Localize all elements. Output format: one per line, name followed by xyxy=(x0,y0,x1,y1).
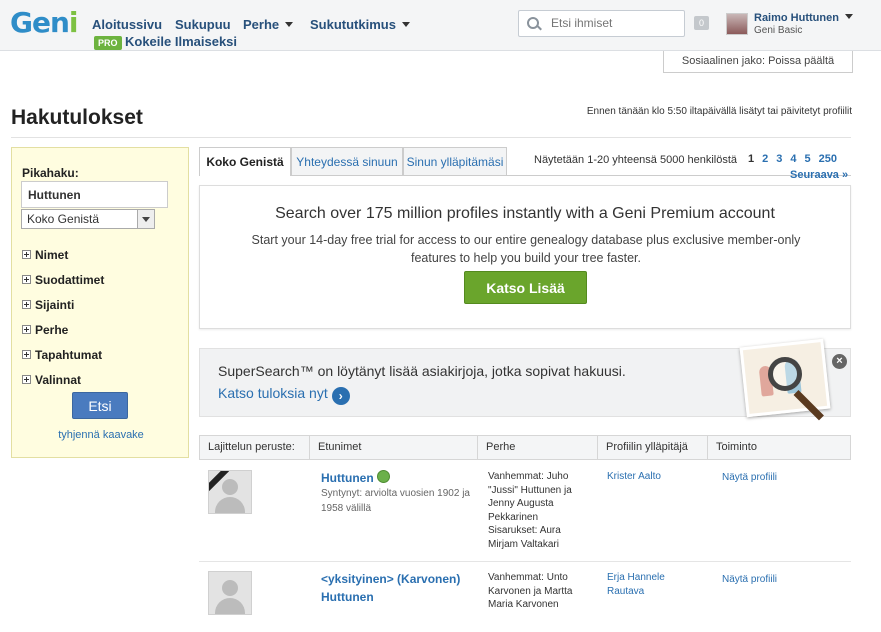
quick-search-input[interactable]: Huttunen xyxy=(21,181,168,208)
tab-yhteydessa-sinuun[interactable]: Yhteydessä sinuun xyxy=(291,147,403,175)
try-free-link[interactable]: Kokeile Ilmaiseksi xyxy=(125,34,237,49)
section-tapahtumat[interactable]: Tapahtumat xyxy=(22,348,102,362)
avatar-body xyxy=(215,497,245,513)
pagination: 1 2 3 4 5 250 xyxy=(748,153,837,165)
divider xyxy=(11,137,851,138)
column-actions: Toiminto xyxy=(716,441,757,453)
updated-note: Ennen tänään klo 5:50 iltapäivällä lisät… xyxy=(586,106,852,117)
nav-sukupuu[interactable]: Sukupuu xyxy=(175,17,231,32)
promo-description: Start your 14-day free trial for access … xyxy=(251,233,801,265)
magnifier-icon xyxy=(768,357,802,391)
section-label: Sijainti xyxy=(35,298,75,312)
supersearch-link-label: Katso tuloksia nyt xyxy=(218,385,328,401)
premium-promo: Search over 175 million profiles instant… xyxy=(199,185,851,329)
expand-plus-icon xyxy=(22,275,31,284)
chevron-down-icon xyxy=(844,14,853,19)
avatar-head xyxy=(222,479,238,495)
page-link[interactable]: 3 xyxy=(776,153,782,165)
clear-form-link[interactable]: tyhjennä kaavake xyxy=(12,429,190,441)
expand-plus-icon xyxy=(22,350,31,359)
nav-sukututkimus[interactable]: Sukututkimus xyxy=(310,17,410,32)
next-page-link[interactable]: Seuraava » xyxy=(790,169,848,181)
quick-search-label: Pikahaku: xyxy=(22,166,79,180)
scope-select-value: Koko Genistä xyxy=(27,212,100,226)
section-valinnat[interactable]: Valinnat xyxy=(22,373,81,387)
page-link[interactable]: 250 xyxy=(819,153,837,165)
supersearch-link[interactable]: Katso tuloksia nyt › xyxy=(218,385,350,405)
expand-plus-icon xyxy=(22,300,31,309)
quick-search-panel: Pikahaku: Huttunen Koko Genistä Nimet Su… xyxy=(11,147,189,458)
notification-count-badge[interactable]: 0 xyxy=(694,16,709,30)
chevron-down-icon xyxy=(401,22,410,27)
section-label: Suodattimet xyxy=(35,273,105,287)
user-plan: Geni Basic xyxy=(754,25,803,36)
page-link[interactable]: 2 xyxy=(762,153,768,165)
expand-plus-icon xyxy=(22,325,31,334)
chevron-down-icon xyxy=(137,210,154,228)
column-family[interactable]: Perhe xyxy=(478,436,598,459)
table-row: Huttunen Syntynyt: arviolta vuosien 1902… xyxy=(199,460,851,562)
view-profile-link[interactable]: Näytä profiili xyxy=(722,574,777,585)
nav-sukututkimus-label: Sukututkimus xyxy=(310,17,396,32)
profile-photo-placeholder[interactable] xyxy=(208,470,252,514)
profile-manager-link[interactable]: Erja Hannele Rautava xyxy=(607,571,697,599)
page-link[interactable]: 5 xyxy=(805,153,811,165)
family-info: Vanhemmat: Juho "Jussi" Huttunen ja Jenn… xyxy=(488,471,572,550)
top-bar: Geni Aloitussivu Sukupuu Perhe Sukututki… xyxy=(0,0,881,51)
tab-sinun-yllapitamasi[interactable]: Sinun ylläpitämäsi xyxy=(403,147,507,175)
search-button[interactable]: Etsi xyxy=(72,392,128,419)
geni-logo[interactable]: Geni xyxy=(10,6,78,39)
nav-aloitussivu[interactable]: Aloitussivu xyxy=(92,17,162,32)
user-menu[interactable]: Raimo Huttunen xyxy=(754,12,853,24)
people-search-box[interactable] xyxy=(518,10,685,37)
nav-perhe-label: Perhe xyxy=(243,17,280,32)
arrow-right-icon: › xyxy=(331,387,350,405)
learn-more-button[interactable]: Katso Lisää xyxy=(464,271,587,304)
search-icon xyxy=(527,17,539,29)
section-label: Perhe xyxy=(35,323,69,337)
people-search-input[interactable] xyxy=(549,15,683,31)
expand-plus-icon xyxy=(22,375,31,384)
section-label: Nimet xyxy=(35,248,69,262)
birth-info: Syntynyt: arviolta vuosien 1902 ja 1958 … xyxy=(321,488,470,514)
results-count: Näytetään 1-20 yhteensä 5000 henkilöstä xyxy=(534,154,738,166)
section-label: Tapahtumat xyxy=(35,348,103,362)
section-perhe[interactable]: Perhe xyxy=(22,323,68,337)
family-info: Vanhemmat: Unto Karvonen ja Martta Maria… xyxy=(488,572,573,610)
column-first-names[interactable]: Etunimet xyxy=(310,436,478,459)
profile-photo-placeholder[interactable] xyxy=(208,571,252,615)
page-link[interactable]: 1 xyxy=(748,153,754,165)
scope-select[interactable]: Koko Genistä xyxy=(21,209,155,229)
supersearch-text: SuperSearch™ on löytänyt lisää asiakirjo… xyxy=(218,363,626,379)
section-sijainti[interactable]: Sijainti xyxy=(22,298,74,312)
close-icon[interactable]: × xyxy=(832,354,847,369)
social-sharing-toggle[interactable]: Sosiaalinen jako: Poissa päältä xyxy=(663,51,853,73)
nav-perhe[interactable]: Perhe xyxy=(243,17,294,32)
user-avatar[interactable] xyxy=(726,13,748,35)
avatar-body xyxy=(215,598,245,614)
view-profile-link[interactable]: Näytä profiili xyxy=(722,472,777,483)
pro-badge: PRO xyxy=(94,36,122,50)
chevron-down-icon xyxy=(285,22,294,27)
tab-koko-genista[interactable]: Koko Genistä xyxy=(199,147,291,176)
section-label: Valinnat xyxy=(35,373,82,387)
profile-name: Huttunen xyxy=(321,471,374,485)
profile-name-link[interactable]: <yksityinen> (Karvonen) Huttunen xyxy=(321,570,471,606)
globe-icon xyxy=(376,470,390,483)
table-row: <yksityinen> (Karvonen) Huttunen Vanhemm… xyxy=(199,562,851,632)
avatar-head xyxy=(222,580,238,596)
supersearch-banner: SuperSearch™ on löytänyt lisää asiakirjo… xyxy=(199,338,851,421)
page-link[interactable]: 4 xyxy=(790,153,796,165)
section-suodattimet[interactable]: Suodattimet xyxy=(22,273,104,287)
profile-manager-link[interactable]: Krister Aalto xyxy=(607,470,697,484)
section-nimet[interactable]: Nimet xyxy=(22,248,68,262)
sort-by-header: Lajittelun peruste: xyxy=(200,436,310,459)
expand-plus-icon xyxy=(22,250,31,259)
results-table-header: Lajittelun peruste: Etunimet Perhe Profi… xyxy=(199,435,851,460)
column-profile-manager[interactable]: Profiilin ylläpitäjä xyxy=(598,436,708,459)
page-title: Hakutulokset xyxy=(11,106,143,129)
user-name: Raimo Huttunen xyxy=(754,12,839,24)
profile-name-link[interactable]: Huttunen xyxy=(321,469,471,487)
promo-title: Search over 175 million profiles instant… xyxy=(275,205,775,222)
